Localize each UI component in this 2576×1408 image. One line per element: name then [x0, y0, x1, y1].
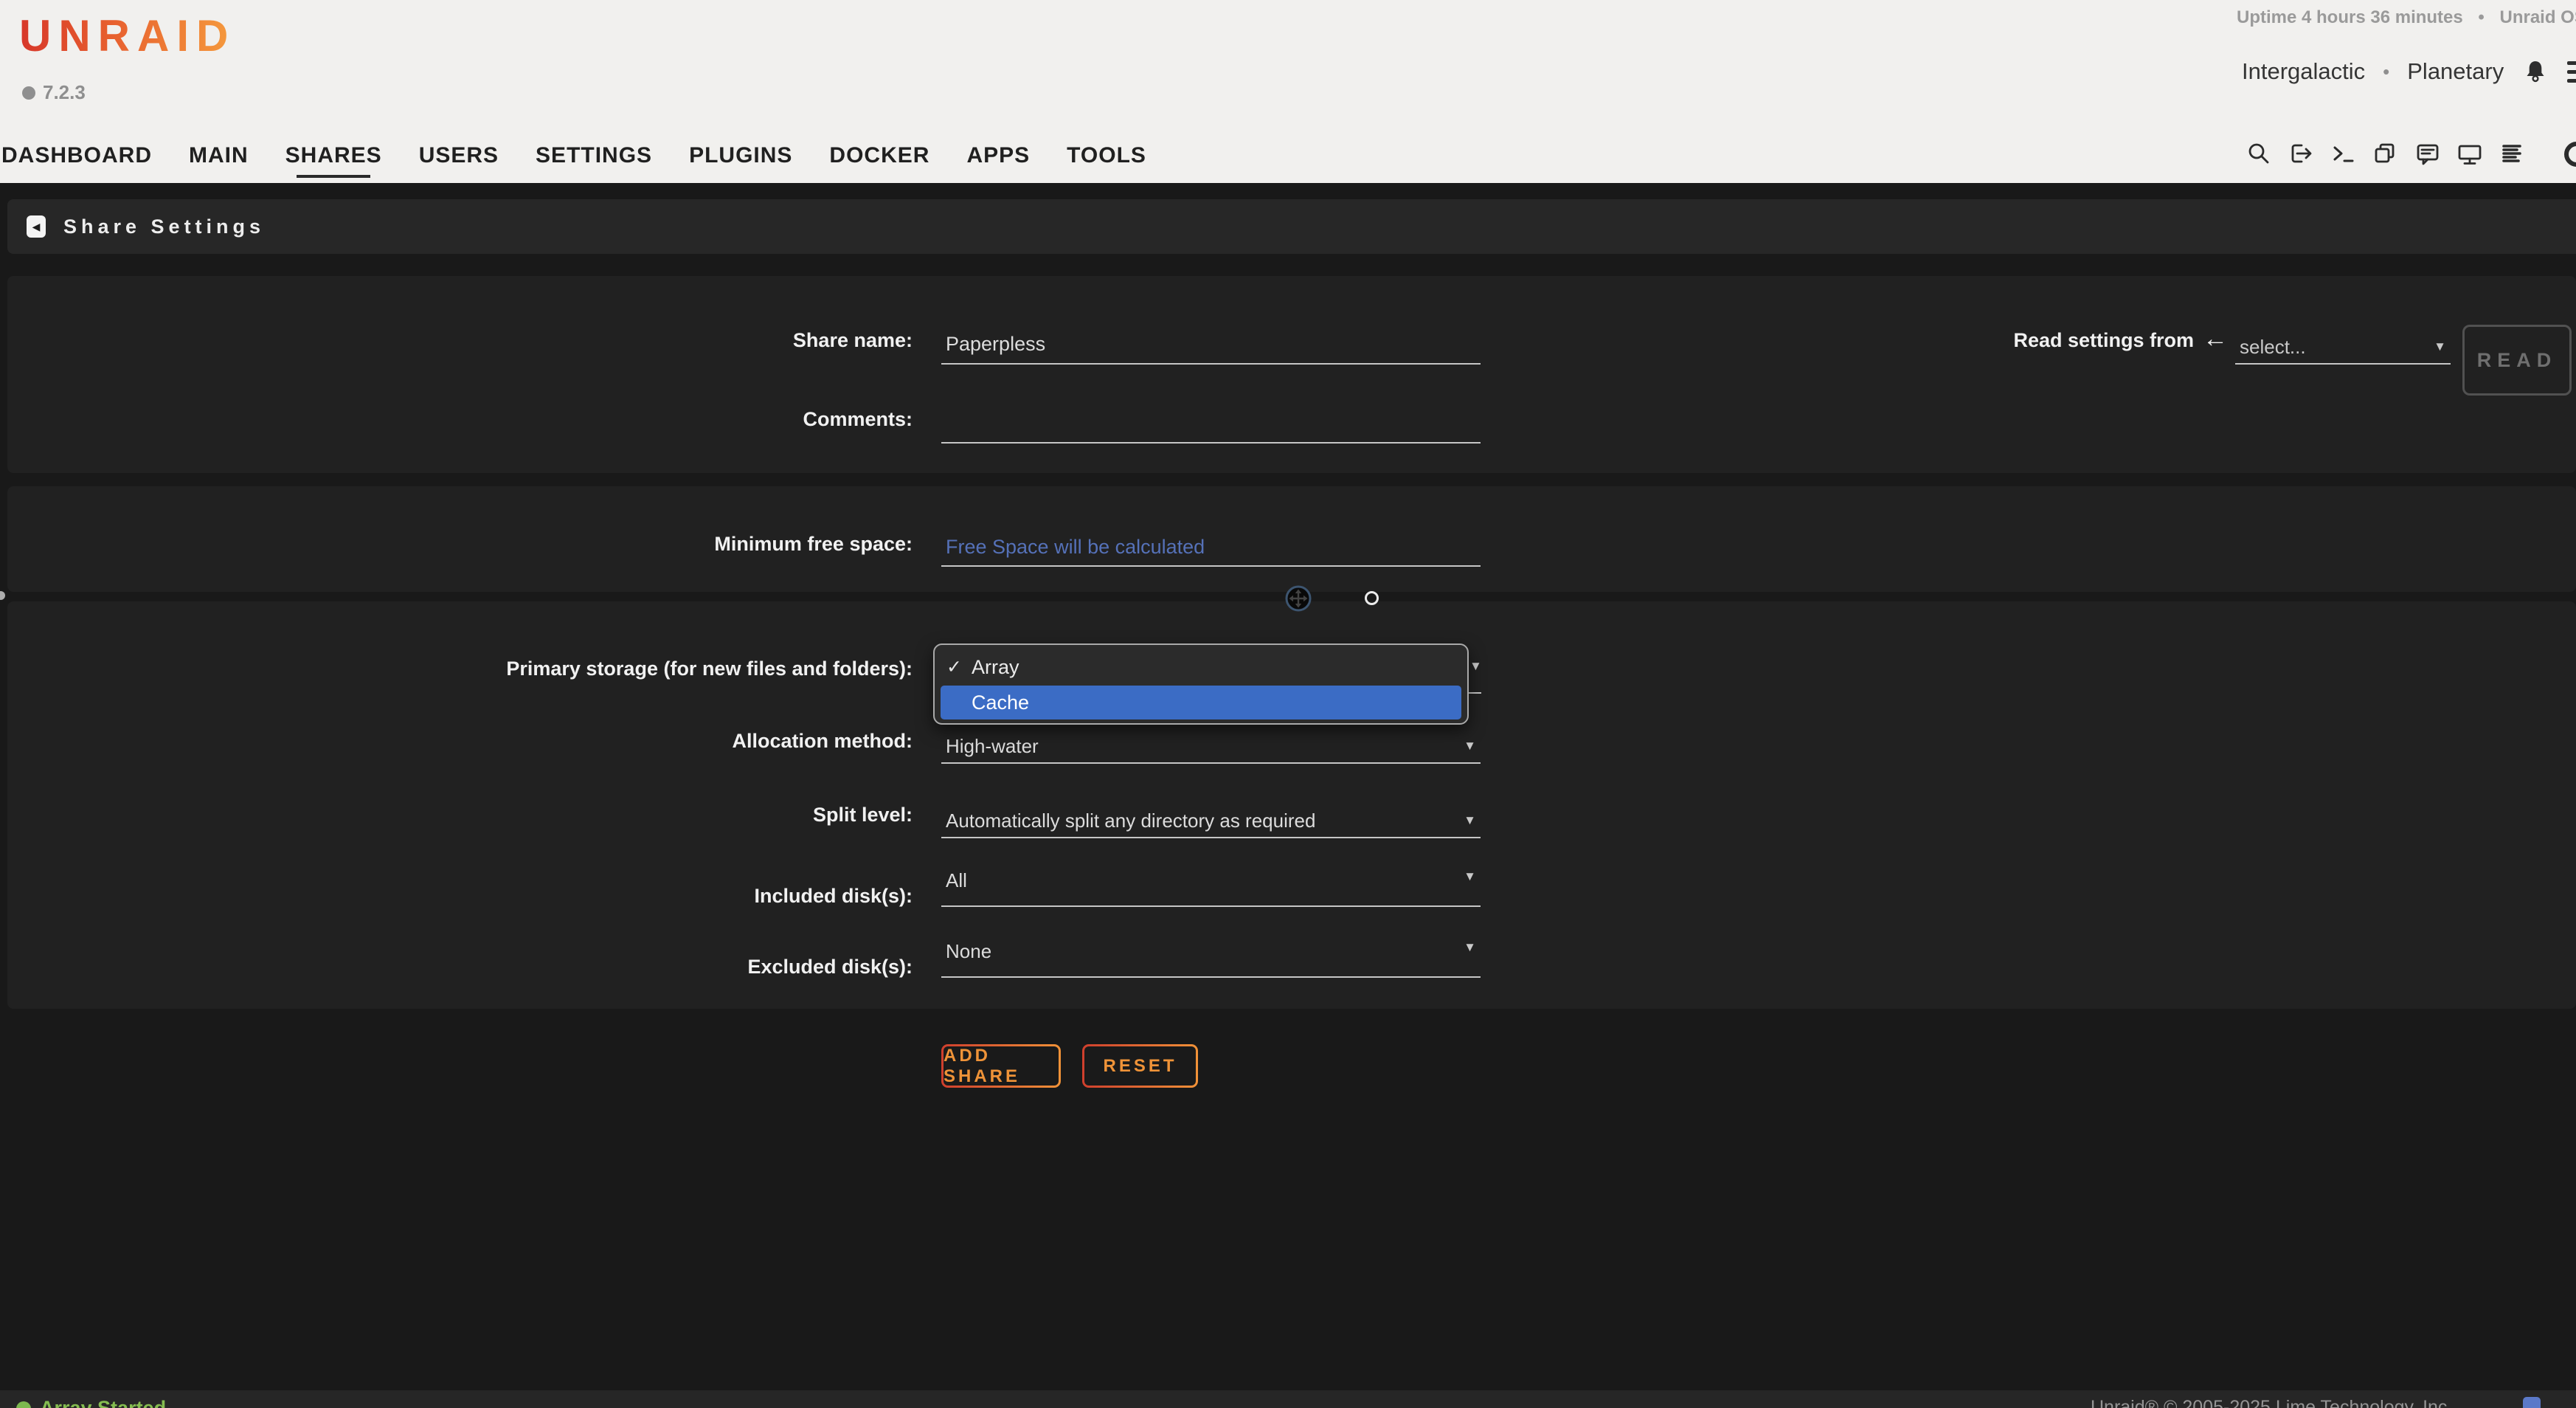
move-cursor-icon: [1284, 584, 1312, 612]
chevron-down-icon: ▼: [1464, 813, 1476, 828]
theme-icon[interactable]: [2564, 142, 2576, 167]
split-level-value: Automatically split any directory as req…: [946, 810, 1315, 832]
page-titlebar: ◀ Share Settings: [7, 199, 2576, 254]
uptime-status-line: Uptime 4 hours 36 minutes • Unraid OS St…: [2237, 7, 2576, 28]
nav-dashboard[interactable]: DASHBOARD: [1, 143, 152, 168]
read-settings-label: Read settings from: [1899, 328, 2194, 353]
search-icon[interactable]: [2246, 140, 2272, 167]
server-name: Intergalactic: [2242, 58, 2365, 85]
version-badge[interactable]: 7.2.3: [22, 81, 86, 104]
menu-hamburger-icon[interactable]: [2567, 61, 2576, 83]
terminal-icon[interactable]: [2330, 140, 2356, 167]
allocation-method-value: High-water: [946, 735, 1039, 758]
primary-storage-label: Primary storage (for new files and folde…: [234, 656, 913, 681]
check-icon: ✓: [946, 656, 962, 678]
nav-apps[interactable]: APPS: [966, 143, 1030, 168]
sign-out-icon[interactable]: [2288, 140, 2314, 167]
back-arrow-icon: ◀: [32, 221, 41, 232]
read-settings-select-value: select...: [2240, 336, 2306, 359]
feedback-icon[interactable]: [2414, 140, 2440, 167]
dropdown-option-cache[interactable]: Cache: [941, 686, 1461, 719]
split-level-select[interactable]: Automatically split any directory as req…: [941, 804, 1481, 838]
server-identity: Intergalactic • Planetary: [2242, 58, 2576, 86]
status-separator-dot: •: [2478, 7, 2484, 27]
array-status: Array Started: [16, 1397, 166, 1408]
split-level-label: Split level:: [455, 802, 913, 827]
log-icon[interactable]: [2498, 140, 2524, 167]
dropdown-option-label: Array: [972, 656, 1019, 679]
excluded-disks-value: None: [946, 940, 991, 963]
dropdown-option-label: Cache: [972, 691, 1029, 714]
header-toolbar: [2246, 140, 2524, 167]
header: UNRAID 7.2.3 Uptime 4 hours 36 minutes •…: [0, 0, 2576, 183]
included-disks-value: All: [946, 869, 967, 892]
share-name-label: Share name:: [455, 328, 913, 353]
allocation-method-label: Allocation method:: [455, 728, 913, 753]
nav-tools[interactable]: TOOLS: [1067, 143, 1146, 168]
page-title: Share Settings: [63, 215, 265, 238]
min-free-space-label: Minimum free space:: [455, 531, 913, 556]
chevron-down-icon: ▼: [1464, 739, 1476, 753]
nav-docker[interactable]: DOCKER: [829, 143, 929, 168]
nav-shares[interactable]: SHARES: [285, 143, 382, 168]
left-arrow-icon: ←: [2203, 325, 2228, 353]
share-name-input[interactable]: [941, 325, 1481, 365]
os-name: Unraid OS: [2500, 7, 2576, 27]
chevron-down-icon: ▼: [1464, 869, 1476, 884]
server-description: Planetary: [2407, 58, 2504, 85]
allocation-method-select[interactable]: High-water ▼: [941, 730, 1481, 764]
selection-ring: [1365, 591, 1379, 605]
nav-users[interactable]: USERS: [419, 143, 499, 168]
excluded-disks-select[interactable]: None ▼: [941, 939, 1481, 978]
primary-storage-underline: [1468, 692, 1481, 694]
status-dot-icon: [16, 1401, 31, 1408]
edge-dot: [0, 591, 5, 600]
chevron-down-icon: ▼: [1469, 659, 1482, 674]
read-button[interactable]: READ: [2462, 325, 2572, 396]
min-free-space-input[interactable]: [941, 528, 1481, 567]
reset-button[interactable]: RESET: [1082, 1044, 1198, 1088]
remote-access-monitor-icon[interactable]: [2456, 140, 2482, 167]
notifications-bell-icon[interactable]: [2521, 58, 2549, 86]
nav-main[interactable]: MAIN: [189, 143, 249, 168]
uptime-text: Uptime 4 hours 36 minutes: [2237, 7, 2463, 27]
copy-icon[interactable]: [2372, 140, 2398, 167]
included-disks-label: Included disk(s):: [455, 883, 913, 908]
copyright-text: Unraid® © 2005-2025 Lime Technology, Inc…: [2091, 1397, 2452, 1408]
version-label: 7.2.3: [43, 81, 86, 104]
unraid-logo[interactable]: UNRAID: [19, 10, 235, 61]
unraid-webgui: UNRAID 7.2.3 Uptime 4 hours 36 minutes •…: [0, 0, 2576, 1408]
footer-link-icon[interactable]: [2523, 1397, 2541, 1408]
comments-label: Comments:: [455, 407, 913, 432]
back-button[interactable]: ◀: [27, 215, 46, 238]
chevron-down-icon: ▼: [1464, 940, 1476, 955]
array-status-text: Array Started: [40, 1397, 166, 1408]
version-dot-icon: [22, 86, 35, 100]
primary-storage-dropdown: ✓ Array Cache: [933, 643, 1469, 725]
add-share-button[interactable]: ADD SHARE: [941, 1044, 1061, 1088]
nav-plugins[interactable]: PLUGINS: [689, 143, 792, 168]
dropdown-option-array[interactable]: ✓ Array: [946, 655, 1019, 679]
footer: Array Started Unraid® © 2005-2025 Lime T…: [0, 1390, 2576, 1408]
read-settings-select[interactable]: select... ▼: [2235, 331, 2451, 365]
nav-settings[interactable]: SETTINGS: [536, 143, 652, 168]
main-nav: DASHBOARD MAIN SHARES USERS SETTINGS PLU…: [1, 143, 1146, 168]
excluded-disks-label: Excluded disk(s):: [455, 954, 913, 979]
comments-input[interactable]: [941, 405, 1481, 444]
chevron-down-icon: ▼: [2434, 339, 2446, 354]
included-disks-select[interactable]: All ▼: [941, 868, 1481, 907]
server-separator-dot: •: [2383, 61, 2389, 83]
